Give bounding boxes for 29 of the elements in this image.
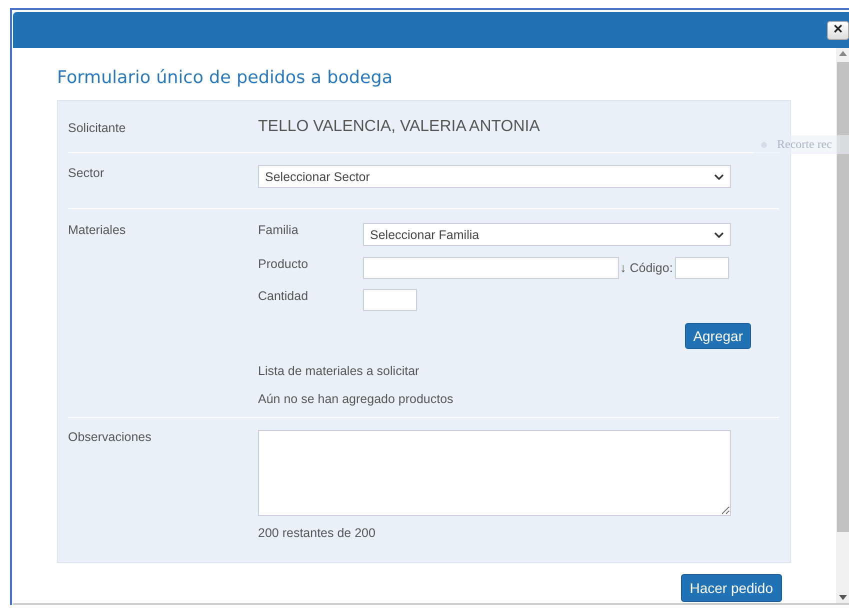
add-button[interactable]: Agregar [685, 323, 751, 349]
field-label: Producto [258, 257, 310, 271]
code-field[interactable] [674, 257, 729, 279]
chevron-icon [714, 232, 724, 238]
list-heading: Lista de materiales a solicitar [258, 364, 420, 378]
notes-textarea[interactable] [258, 430, 731, 516]
submit-button[interactable]: Hacer pedido [680, 574, 782, 602]
field-label: Familia [258, 223, 300, 237]
dialog-title: Formulario único de pedidos a bodega [57, 68, 394, 90]
chevron-icon [714, 174, 724, 180]
quantity-field[interactable] [363, 289, 417, 311]
field-label: Sector [68, 165, 106, 182]
field-label: Cantidad [258, 289, 310, 303]
sector-dropdown[interactable]: Seleccionar Sector [258, 165, 731, 188]
scroll-up-icon[interactable] [838, 51, 846, 56]
background-tooltip: Recorte rec [753, 135, 849, 154]
empty-message: Aún no se han agregado productos [258, 392, 454, 406]
field-label: Materiales [68, 223, 127, 239]
field-label: ↓ Código: [620, 261, 673, 275]
field-label: Solicitante [68, 120, 127, 134]
field-label: Observaciones [68, 430, 152, 446]
close-button[interactable]: × [827, 20, 849, 40]
scroll-down-icon[interactable] [838, 595, 846, 600]
family-dropdown[interactable]: Seleccionar Familia [363, 223, 731, 246]
requester-name: TELLO VALENCIA, VALERIA ANTONIA [258, 118, 540, 136]
product-field[interactable] [363, 257, 619, 279]
scrollbar-thumb[interactable] [836, 62, 848, 532]
scrollbar[interactable] [836, 48, 849, 603]
character-counter: 200 restantes de 200 [258, 526, 376, 540]
